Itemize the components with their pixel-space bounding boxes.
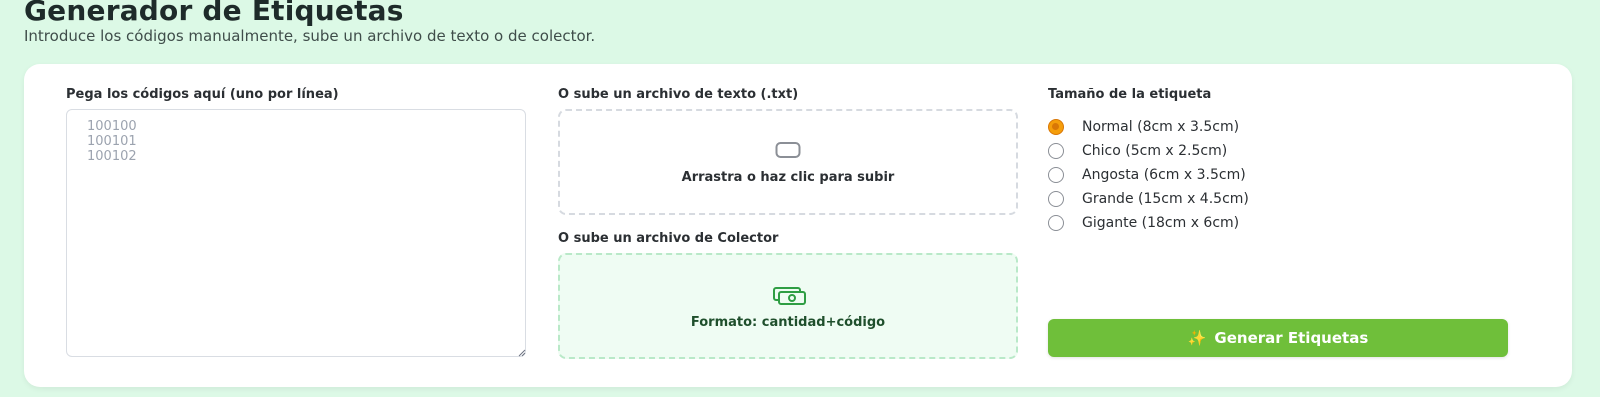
- upload-collector-label: O sube un archivo de Colector: [558, 231, 779, 246]
- sparkles-icon: ✨: [1187, 329, 1207, 347]
- radio-button[interactable]: [1048, 119, 1064, 135]
- size-option-label: Normal (8cm x 3.5cm): [1082, 119, 1240, 135]
- document-icon: [775, 142, 801, 158]
- codes-label: Pega los códigos aquí (uno por línea): [66, 87, 339, 102]
- size-option-normal[interactable]: Normal (8cm x 3.5cm): [1048, 118, 1239, 136]
- collector-upload-dropzone[interactable]: Formato: cantidad+código: [558, 253, 1018, 359]
- generate-labels-label: Generar Etiquetas: [1214, 329, 1369, 347]
- radio-button[interactable]: [1048, 215, 1064, 231]
- size-option-angosta[interactable]: Angosta (6cm x 3.5cm): [1048, 166, 1246, 184]
- generator-card: Pega los códigos aquí (uno por línea) O …: [24, 64, 1572, 387]
- size-option-label: Grande (15cm x 4.5cm): [1082, 191, 1249, 207]
- page-subtitle: Introduce los códigos manualmente, sube …: [24, 27, 596, 45]
- size-option-label: Angosta (6cm x 3.5cm): [1082, 167, 1246, 183]
- codes-textarea[interactable]: [66, 109, 526, 357]
- size-option-label: Chico (5cm x 2.5cm): [1082, 143, 1228, 159]
- label-generator-page: Generador de Etiquetas Introduce los cód…: [0, 0, 1600, 397]
- txt-upload-text: Arrastra o haz clic para subir: [681, 170, 895, 185]
- size-option-label: Gigante (18cm x 6cm): [1082, 215, 1240, 231]
- size-option-chico[interactable]: Chico (5cm x 2.5cm): [1048, 142, 1227, 160]
- resize-grip-icon[interactable]: [518, 349, 526, 357]
- upload-txt-label: O sube un archivo de texto (.txt): [558, 87, 799, 102]
- radio-button[interactable]: [1048, 167, 1064, 183]
- radio-button[interactable]: [1048, 143, 1064, 159]
- page-title: Generador de Etiquetas: [24, 0, 404, 27]
- radio-button[interactable]: [1048, 191, 1064, 207]
- size-option-grande[interactable]: Grande (15cm x 4.5cm): [1048, 190, 1249, 208]
- generate-labels-button[interactable]: ✨ Generar Etiquetas: [1048, 319, 1508, 357]
- collector-upload-text: Formato: cantidad+código: [690, 315, 886, 330]
- cash-icon: [773, 287, 806, 305]
- size-label: Tamaño de la etiqueta: [1048, 87, 1212, 102]
- txt-upload-dropzone[interactable]: Arrastra o haz clic para subir: [558, 109, 1018, 215]
- size-option-gigante[interactable]: Gigante (18cm x 6cm): [1048, 214, 1239, 232]
